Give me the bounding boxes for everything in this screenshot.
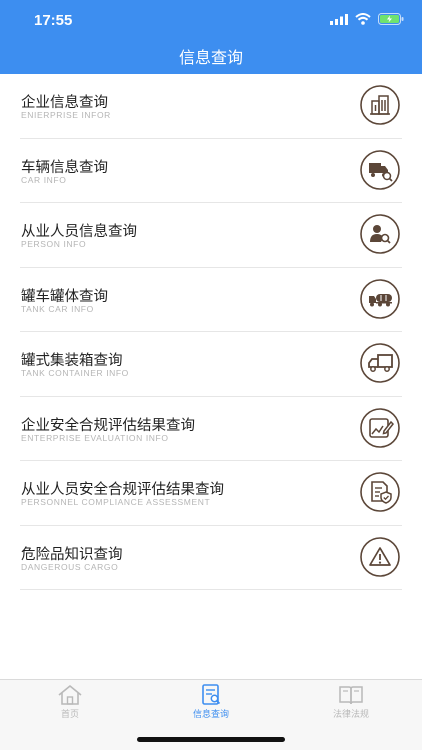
book-icon bbox=[339, 686, 363, 705]
building-icon bbox=[360, 85, 400, 125]
tab-home[interactable]: 首页 bbox=[20, 684, 120, 724]
list-item-subtitle: TANK CONTAINER INFO bbox=[21, 368, 129, 378]
list-item-title: 从业人员信息查询 bbox=[21, 224, 137, 240]
truck-search-icon bbox=[360, 149, 400, 190]
list-item-title: 罐式集装箱查询 bbox=[21, 353, 123, 369]
list-item-title: 企业安全合规评估结果查询 bbox=[21, 417, 195, 434]
page-title: 信息查询 bbox=[178, 48, 243, 67]
container-truck-icon bbox=[360, 343, 400, 383]
list-item-subtitle: PERSONNEL COMPLIANCE ASSESSMENT bbox=[21, 497, 211, 507]
home-icon bbox=[58, 685, 82, 705]
list-item-tank-container-info[interactable]: 罐式集装箱查询 TANK CONTAINER INFO bbox=[20, 332, 402, 397]
list-item-title: 罐车罐体查询 bbox=[21, 288, 108, 305]
list-item-personnel-compliance[interactable]: 从业人员安全合规评估结果查询 PERSONNEL COMPLIANCE ASSE… bbox=[20, 461, 402, 526]
list-item-title: 企业信息查询 bbox=[21, 95, 108, 111]
signal-icon bbox=[330, 13, 348, 25]
tab-law-label: 法律法规 bbox=[332, 710, 369, 720]
home-indicator bbox=[137, 737, 285, 742]
list-item-enterprise-evaluation[interactable]: 企业安全合规评估结果查询 ENTERPRISE EVALUATION INFO bbox=[20, 397, 402, 461]
tab-home-label: 首页 bbox=[60, 710, 79, 720]
list-item-subtitle: DANGEROUS CARGO bbox=[21, 561, 119, 572]
wifi-icon bbox=[355, 13, 371, 25]
list-item-tank-car-info[interactable]: 罐车罐体查询 TANK CAR INFO bbox=[20, 268, 402, 332]
list-item-title: 危险品知识查询 bbox=[21, 546, 123, 563]
document-shield-icon bbox=[360, 472, 400, 512]
list-item-subtitle: ENTERPRISE EVALUATION INFO bbox=[21, 432, 169, 443]
tab-law[interactable]: 法律法规 bbox=[301, 684, 401, 724]
list-item-car-info[interactable]: 车辆信息查询 CAR INFO bbox=[20, 139, 402, 203]
list-item-subtitle: ENIERPRISE INFOR bbox=[21, 110, 111, 120]
tank-truck-icon bbox=[360, 278, 400, 319]
info-query-icon bbox=[202, 684, 221, 705]
status-bar: 17:55 bbox=[0, 0, 422, 40]
list-item-title: 车辆信息查询 bbox=[21, 159, 108, 176]
warning-icon bbox=[360, 536, 400, 577]
status-time: 17:55 bbox=[34, 12, 73, 29]
list-item-subtitle: CAR INFO bbox=[21, 174, 67, 185]
battery-icon bbox=[378, 13, 404, 25]
app-header: 17:55 信息查询 bbox=[0, 0, 422, 74]
person-search-icon bbox=[360, 214, 400, 254]
list-item-subtitle: PERSON INFO bbox=[21, 239, 87, 249]
evaluation-edit-icon bbox=[360, 407, 400, 448]
list-item-enterprise-info[interactable]: 企业信息查询 ENIERPRISE INFOR bbox=[20, 74, 402, 139]
tab-info-query[interactable]: 信息查询 bbox=[161, 684, 261, 724]
list-item-dangerous-cargo[interactable]: 危险品知识查询 DANGEROUS CARGO bbox=[20, 526, 402, 590]
status-icons bbox=[330, 13, 404, 25]
list-item-subtitle: TANK CAR INFO bbox=[21, 303, 94, 314]
query-list: 企业信息查询 ENIERPRISE INFOR 车辆信息查询 CAR INFO … bbox=[0, 74, 422, 590]
list-item-person-info[interactable]: 从业人员信息查询 PERSON INFO bbox=[20, 203, 402, 268]
tab-info-query-label: 信息查询 bbox=[192, 710, 229, 720]
list-item-title: 从业人员安全合规评估结果查询 bbox=[21, 482, 224, 498]
